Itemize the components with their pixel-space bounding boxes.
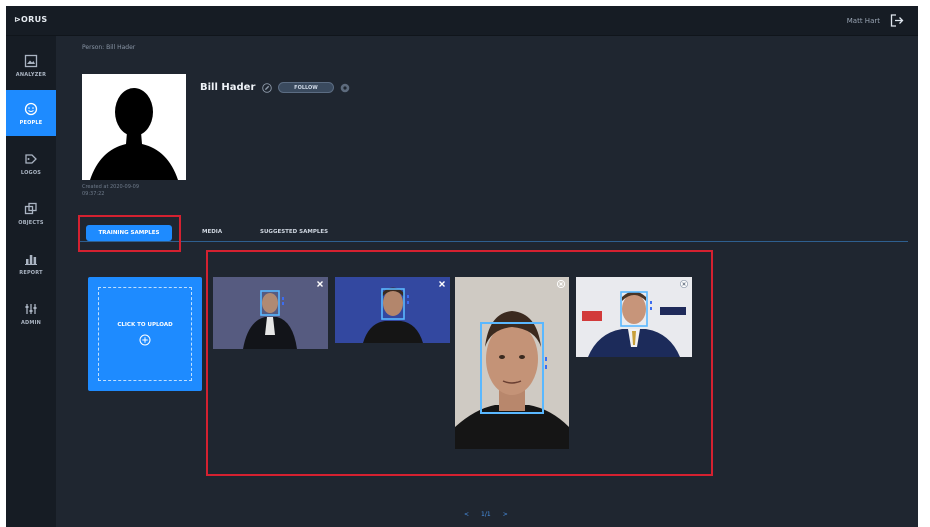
tag-icon: [23, 151, 39, 167]
app-logo: ⊳ORUS: [14, 15, 48, 24]
created-date: Created at 2020-09-09: [82, 184, 140, 190]
image-icon: [23, 53, 39, 69]
top-bar: ⊳ORUS Matt Hart: [6, 6, 918, 36]
objects-icon: [23, 201, 39, 217]
sample-card[interactable]: [335, 277, 450, 343]
face-icon: [23, 101, 39, 117]
sample-image: [213, 277, 328, 349]
created-info: Created at 2020-09-09 09:37:22: [82, 184, 139, 198]
pagination: < 1/1 >: [464, 511, 508, 518]
pagination-prev-button[interactable]: <: [464, 511, 469, 518]
sample-card[interactable]: [576, 277, 692, 357]
edit-icon[interactable]: [262, 83, 272, 93]
pagination-page: 1/1: [481, 511, 491, 518]
person-name: Bill Hader: [200, 82, 256, 93]
sample-image: [576, 277, 692, 357]
tab-media[interactable]: MEDIA: [202, 229, 222, 235]
sample-image: [455, 277, 569, 449]
sample-card[interactable]: [213, 277, 328, 349]
upload-button[interactable]: CLICK TO UPLOAD: [88, 277, 202, 391]
sidebar-item-objects[interactable]: OBJECTS: [6, 190, 56, 236]
sidebar-item-admin[interactable]: ADMIN: [6, 290, 56, 336]
sidebar-item-label: ANALYZER: [15, 71, 47, 78]
sidebar-item-people[interactable]: PEOPLE: [6, 90, 56, 136]
sidebar-item-report[interactable]: REPORT: [6, 240, 56, 286]
sidebar-item-label: ADMIN: [20, 319, 42, 326]
sidebar-item-label: REPORT: [19, 269, 43, 276]
user-name[interactable]: Matt Hart: [847, 17, 880, 25]
close-icon[interactable]: [438, 280, 446, 288]
bar-chart-icon: [23, 251, 39, 267]
tab-suggested-samples[interactable]: SUGGESTED SAMPLES: [260, 229, 328, 235]
tab-bar: TRAINING SAMPLES MEDIA SUGGESTED SAMPLES: [78, 222, 908, 242]
person-silhouette-icon: [82, 74, 186, 180]
plus-circle-icon: [139, 334, 151, 346]
admin-icon: [23, 301, 39, 317]
sidebar-item-label: PEOPLE: [19, 119, 43, 126]
close-icon[interactable]: [557, 280, 565, 288]
sidebar-item-label: LOGOS: [20, 169, 42, 176]
created-time: 09:37:22: [82, 191, 105, 197]
tabs-highlight-box: [78, 215, 181, 252]
follow-button[interactable]: FOLLOW: [278, 82, 334, 93]
sidebar-item-logos[interactable]: LOGOS: [6, 140, 56, 186]
pagination-next-button[interactable]: >: [503, 511, 508, 518]
gear-icon[interactable]: [340, 83, 350, 93]
app-window: ⊳ORUS Matt Hart ANALYZER PEOPLE LOGOS OB…: [6, 6, 918, 527]
close-icon[interactable]: [680, 280, 688, 288]
upload-dropzone: CLICK TO UPLOAD: [98, 287, 192, 381]
sample-image: [335, 277, 450, 343]
profile-photo: [82, 74, 186, 180]
close-icon[interactable]: [316, 280, 324, 288]
upload-label: CLICK TO UPLOAD: [117, 322, 173, 328]
sidebar: ANALYZER PEOPLE LOGOS OBJECTS REPORT ADM…: [6, 36, 56, 527]
sidebar-item-label: OBJECTS: [18, 219, 44, 226]
sample-card[interactable]: [455, 277, 569, 449]
breadcrumb: Person: Bill Hader: [82, 44, 136, 51]
logout-icon[interactable]: [890, 14, 904, 27]
sidebar-item-analyzer[interactable]: ANALYZER: [6, 42, 56, 88]
